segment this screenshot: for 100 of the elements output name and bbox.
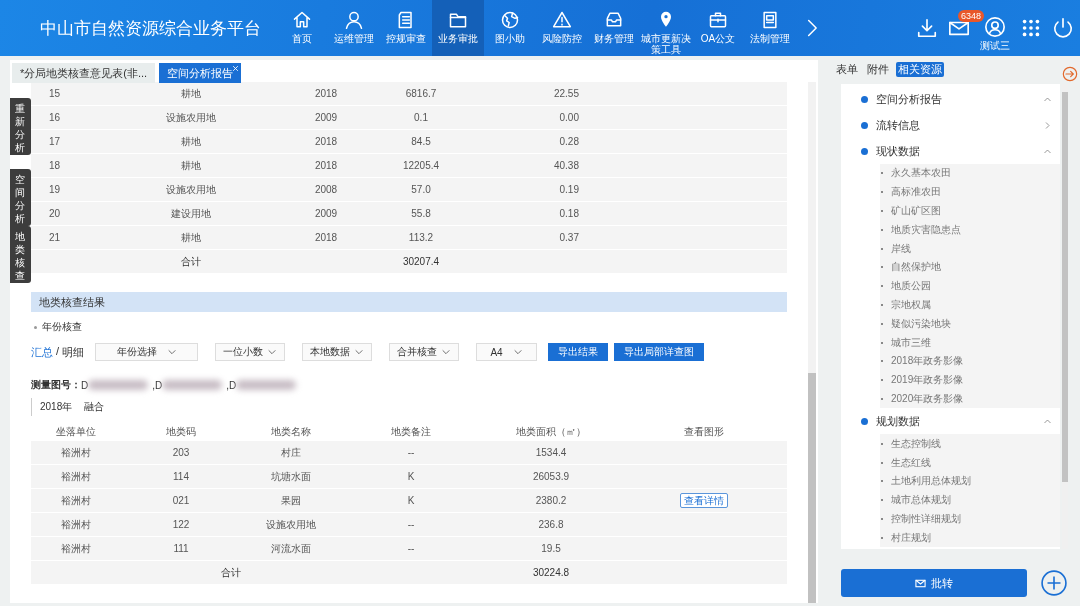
table-cell-text: 021 [171, 495, 191, 506]
caret-icon [267, 347, 277, 357]
table-cell-text: 122 [171, 519, 191, 530]
table-cell-text: 合计 [180, 254, 202, 269]
table-cell-text: 2018 [313, 88, 339, 99]
side-tab[interactable]: 地类核查 [10, 226, 31, 283]
download-icon[interactable] [916, 17, 938, 39]
forward-button[interactable]: 批转 [841, 569, 1027, 597]
view-details-button[interactable]: 查看详情 [680, 493, 728, 508]
nav-item[interactable]: 法制管理 [744, 0, 796, 56]
table-cell-text: 2009 [313, 208, 339, 219]
tree-item[interactable]: 地质灾害隐患点 [891, 222, 961, 237]
caret-icon [441, 347, 451, 357]
unread-badge: 6348 [958, 10, 985, 22]
table-cell-text: 村庄 [280, 445, 302, 460]
table-cell-text: 坑塘水面 [270, 469, 312, 484]
nav-item[interactable]: 风险防控 [536, 0, 588, 56]
table-cell-text: 1534.4 [534, 447, 568, 458]
tree-group[interactable]: 流转信息 [841, 112, 1060, 138]
tree-item[interactable]: 矿山矿区图 [891, 204, 941, 218]
tree-item[interactable]: 城市三维 [891, 335, 931, 350]
apps-grid-icon[interactable] [1020, 17, 1042, 39]
sheet-label: 测量图号： [31, 378, 81, 392]
table-cell-text: 耕地 [180, 134, 202, 149]
nav-item[interactable]: 财务管理 [588, 0, 640, 56]
table-cell-text: 114 [172, 471, 190, 482]
table-cell-text: -- [406, 519, 416, 530]
table-cell-text: 裕洲村 [60, 493, 92, 508]
panel-tab[interactable]: 表单 [834, 61, 860, 77]
bullet-icon [861, 121, 868, 129]
nav-item[interactable]: 城市更新决策工具 [640, 0, 692, 56]
dropdown[interactable]: 合并核查 [389, 343, 459, 361]
tree-item[interactable]: 自然保护地 [891, 260, 941, 275]
tree-item[interactable]: 生态控制线 [891, 436, 941, 451]
tree-item[interactable]: 城市总体规划 [891, 493, 951, 508]
tree-item[interactable]: 永久基本农田 [891, 166, 951, 181]
globe-icon [500, 10, 520, 30]
arrow-circle-icon[interactable] [1062, 66, 1078, 82]
table-cell-text: 裕洲村 [60, 445, 92, 460]
table-cell-text: 耕地 [180, 86, 202, 101]
tree-item[interactable]: 疑似污染地块 [891, 316, 951, 331]
table-cell-text: 17 [48, 136, 62, 147]
nav-item[interactable]: 运维管理 [328, 0, 380, 56]
scrollbar-thumb[interactable] [808, 373, 816, 603]
dropdown[interactable]: 一位小数 [215, 343, 285, 361]
export-button[interactable]: 导出结果 [548, 343, 608, 361]
nav-item[interactable]: 业务审批 [432, 0, 484, 56]
tree-group[interactable]: 空间分析报告 [841, 86, 1060, 112]
nav-item[interactable]: 图小助 [484, 0, 536, 56]
nav-item[interactable]: OA公文 [692, 0, 744, 56]
tree-item[interactable]: 2018年政务影像 [891, 354, 964, 369]
nav-item[interactable]: 控规审查 [380, 0, 432, 56]
side-tab[interactable]: 空间分析 [10, 169, 31, 226]
redaction-blur [162, 380, 223, 390]
tree-item[interactable]: 生态红线 [891, 455, 931, 470]
view-toggle-option[interactable]: 汇总 [31, 344, 53, 360]
bullet-icon [34, 325, 37, 329]
tree-item[interactable]: 控制性详细规划 [891, 511, 961, 526]
table-cell-text: 2018 [313, 160, 339, 171]
tree-item[interactable]: 宗地权属 [891, 297, 931, 312]
scrollbar-thumb[interactable] [1062, 92, 1068, 482]
close-icon[interactable] [232, 65, 240, 72]
bullet-icon [861, 417, 868, 425]
app-title: 中山市自然资源综合业务平台 [39, 17, 262, 40]
table-cell-text: 203 [171, 447, 191, 458]
dropdown[interactable]: 年份选择 [95, 343, 198, 361]
dropdown[interactable]: A4 [476, 343, 537, 361]
tree-item[interactable]: 岸线 [891, 241, 911, 256]
nav-item[interactable]: 首页 [276, 0, 328, 56]
view-toggle-option[interactable]: 明细 [62, 344, 85, 360]
table-cell-text: 0.00 [558, 112, 580, 123]
side-tab[interactable]: 重新分析 [10, 98, 31, 155]
table-cell-text: 40.38 [552, 160, 580, 171]
avatar-icon[interactable] [984, 15, 1006, 38]
tree-group[interactable]: 规划数据 [841, 408, 1060, 435]
panel-tab[interactable]: 附件 [865, 61, 891, 77]
power-icon[interactable] [1052, 17, 1074, 39]
tree-item[interactable]: 2019年政务影像 [891, 373, 964, 388]
tree-item[interactable]: 土地利用总体规划 [891, 474, 971, 489]
document-tab[interactable]: 空间分析报告 [159, 63, 242, 83]
tree-item[interactable]: 2020年政务影像 [891, 391, 964, 406]
user-name[interactable]: 测试三 [980, 38, 1010, 53]
table-cell-text: 0.18 [558, 208, 580, 219]
table-cell-text: 耕地 [180, 230, 202, 245]
tree-item[interactable]: 地质公园 [891, 279, 931, 294]
bullet-icon [861, 95, 868, 103]
table-cell-text: 裕洲村 [60, 517, 92, 532]
table-cell-text: 30224.8 [531, 567, 571, 578]
scrollbar[interactable] [808, 82, 816, 603]
dropdown[interactable]: 本地数据 [302, 343, 372, 361]
document-tab[interactable]: *分局地类核查意见表(非... [12, 63, 156, 83]
column-header: 查看图形 [683, 425, 725, 439]
table-cell-text: 19 [48, 184, 62, 195]
table-cell-text: 裕洲村 [60, 469, 92, 484]
panel-tab[interactable]: 相关资源 [896, 61, 944, 77]
export-button[interactable]: 导出局部详查图 [614, 343, 704, 361]
tree-item[interactable]: 村庄规划 [891, 530, 931, 545]
tree-group[interactable]: 现状数据 [841, 138, 1060, 164]
tree-item[interactable]: 高标准农田 [891, 185, 941, 200]
add-icon[interactable] [1041, 570, 1067, 596]
